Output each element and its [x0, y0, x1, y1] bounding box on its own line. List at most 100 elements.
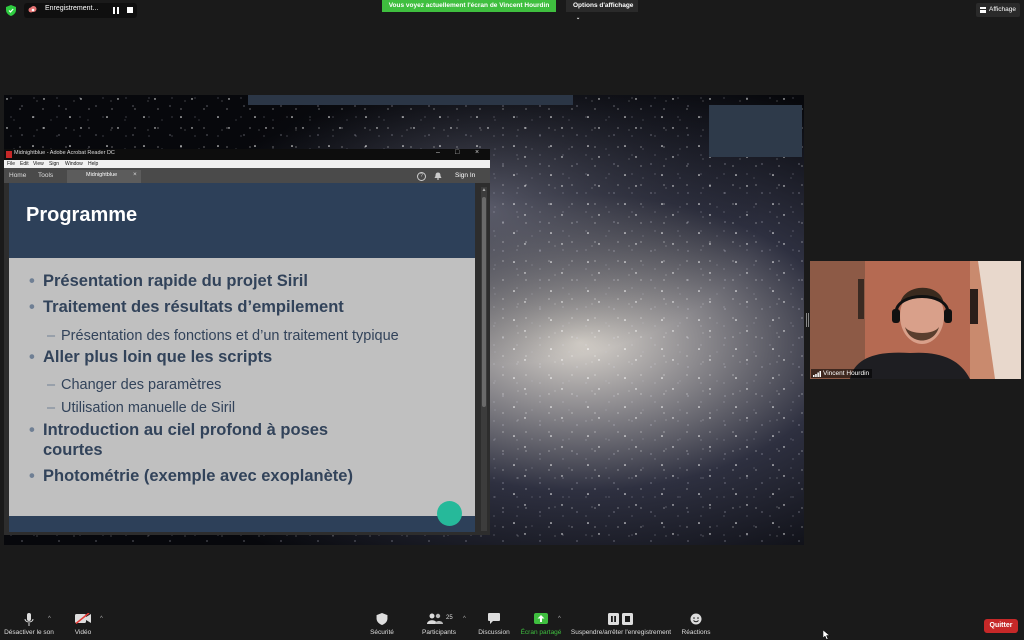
menu-view[interactable]: View	[33, 161, 44, 167]
slide-footer	[9, 516, 475, 532]
cloud-recording-icon	[28, 6, 37, 13]
meeting-toolbar: Désactiver le son ^ Vidéo ^ Sécurité 25 …	[0, 607, 1024, 640]
thumbnail-overlay	[709, 105, 802, 157]
bullet-marker: •	[29, 467, 35, 485]
slide-header: Programme	[9, 183, 475, 258]
tab-document[interactable]: Midnightblue ×	[67, 170, 141, 183]
recording-label: Enregistrement...	[45, 5, 99, 12]
microphone-icon	[24, 613, 34, 626]
presentation-slide: Programme • Présentation rapide du projet…	[9, 183, 475, 532]
signal-strength-icon	[813, 371, 821, 377]
pause-stop-recording-label: Suspendre/arrêter l'enregistrement	[570, 629, 672, 636]
mouse-cursor-icon	[823, 630, 831, 640]
scrollbar-thumb[interactable]	[482, 197, 486, 407]
menu-edit[interactable]: Edit	[20, 161, 29, 167]
document-tab-label: Midnightblue	[86, 172, 118, 178]
chevron-down-icon: ⌄	[576, 15, 581, 21]
help-icon[interactable]: ?	[417, 172, 426, 181]
viewing-screen-banner: Vous voyez actuellement l'écran de Vince…	[382, 0, 556, 12]
recording-indicator: Enregistrement...	[24, 3, 137, 18]
menu-help[interactable]: Help	[88, 161, 98, 167]
slide-bullet-text: Présentation des fonctions et d’un trait…	[61, 328, 399, 344]
slide-bullet-text: Introduction au ciel profond à poses	[43, 421, 329, 439]
share-screen-label: Écran partagé	[520, 629, 562, 636]
sign-in-button[interactable]: Sign In	[455, 172, 475, 179]
slide-decoration-dot	[437, 501, 462, 526]
menu-sign[interactable]: Sign	[49, 161, 59, 167]
slide-bullet-text: Présentation rapide du projet Siril	[43, 272, 308, 290]
close-icon[interactable]: ×	[475, 149, 479, 156]
slide-bullet-text: Utilisation manuelle de Siril	[61, 400, 236, 416]
reactions-button[interactable]: Réactions	[678, 607, 714, 640]
quit-button[interactable]: Quitter	[984, 619, 1018, 633]
participant-video	[810, 261, 1021, 379]
acrobat-tab-bar: Home Tools Midnightblue × ? Sign In	[4, 168, 490, 183]
scroll-up-icon[interactable]: ▲	[481, 187, 487, 195]
bullet-marker: •	[29, 272, 35, 290]
shield-icon[interactable]	[6, 5, 16, 16]
tab-tools[interactable]: Tools	[38, 172, 53, 179]
tab-home[interactable]: Home	[9, 172, 26, 179]
share-screen-icon	[534, 613, 548, 624]
participants-icon	[427, 613, 443, 624]
stop-recording-icon[interactable]	[127, 7, 133, 13]
sub-bullet-marker: –	[47, 328, 56, 344]
window-title-bar: Midnightblue - Adobe Acrobat Reader DC –…	[4, 149, 490, 160]
maximize-icon[interactable]: □	[455, 149, 459, 156]
menu-window[interactable]: Window	[65, 161, 83, 167]
share-toolbar-overlay	[248, 95, 573, 105]
acrobat-logo-icon	[6, 151, 12, 158]
participant-video-tile[interactable]: Vincent Hourdin	[810, 261, 1021, 379]
slide-bullet-text: Traitement des résultats d’empilement	[43, 298, 344, 316]
pause-stop-recording-button[interactable]: Suspendre/arrêter l'enregistrement	[570, 607, 672, 640]
document-scrollbar[interactable]: ▲	[481, 187, 487, 531]
video-button[interactable]: Vidéo	[66, 607, 100, 640]
slide-bullet-text: courtes	[43, 441, 103, 459]
slide-bullet-text: Changer des paramètres	[61, 377, 222, 393]
minimize-icon[interactable]: –	[436, 149, 440, 156]
bell-icon[interactable]	[434, 172, 442, 180]
chat-button[interactable]: Discussion	[474, 607, 514, 640]
sub-bullet-marker: –	[47, 377, 56, 393]
bullet-marker: •	[29, 298, 35, 316]
bullet-marker: •	[29, 348, 35, 366]
top-status-bar: Enregistrement... Vous voyez actuellemen…	[0, 0, 1024, 22]
mute-button[interactable]: Désactiver le son	[0, 607, 58, 640]
security-label: Sécurité	[370, 629, 394, 636]
window-title: Midnightblue - Adobe Acrobat Reader DC	[14, 150, 115, 156]
participants-count: 25	[446, 615, 453, 621]
pause-stop-icon	[608, 613, 633, 625]
bullet-marker: •	[29, 421, 35, 439]
security-button[interactable]: Sécurité	[364, 607, 400, 640]
share-screen-button[interactable]: Écran partagé	[518, 607, 564, 640]
participants-button[interactable]: 25 Participants	[416, 607, 462, 640]
reactions-label: Réactions	[681, 629, 711, 636]
close-tab-icon[interactable]: ×	[133, 171, 137, 178]
video-options-caret-icon[interactable]: ^	[100, 616, 103, 622]
mute-label: Désactiver le son	[4, 629, 54, 636]
panel-splitter-handle[interactable]	[806, 313, 809, 327]
share-options-caret-icon[interactable]: ^	[558, 616, 561, 622]
slide-bullet-text: Aller plus loin que les scripts	[43, 348, 273, 366]
slide-bullet-text: Photométrie (exemple avec exoplanète)	[43, 467, 353, 485]
view-options-label: Options d'affichage	[573, 2, 634, 9]
sub-bullet-marker: –	[47, 400, 56, 416]
participant-name-label: Vincent Hourdin	[811, 369, 873, 378]
mute-options-caret-icon[interactable]: ^	[48, 616, 51, 622]
chat-bubble-icon	[488, 613, 500, 624]
participants-caret-icon[interactable]: ^	[463, 616, 466, 622]
video-label: Vidéo	[74, 629, 92, 636]
view-options-button[interactable]: Options d'affichage ⌄	[566, 0, 638, 21]
pause-recording-icon[interactable]	[113, 7, 119, 14]
menu-bar: File Edit View Sign Window Help	[4, 160, 490, 168]
slide-title: Programme	[26, 204, 138, 226]
video-off-icon	[75, 613, 91, 624]
document-area: Programme • Présentation rapide du projet…	[4, 183, 490, 535]
participant-name: Vincent Hourdin	[823, 370, 870, 377]
menu-file[interactable]: File	[7, 161, 15, 167]
display-label: Affichage	[989, 6, 1016, 13]
display-button[interactable]: Affichage	[976, 3, 1020, 17]
shield-icon	[376, 613, 388, 625]
shared-screen: Midnightblue - Adobe Acrobat Reader DC –…	[4, 95, 804, 545]
grid-view-icon	[980, 7, 986, 13]
